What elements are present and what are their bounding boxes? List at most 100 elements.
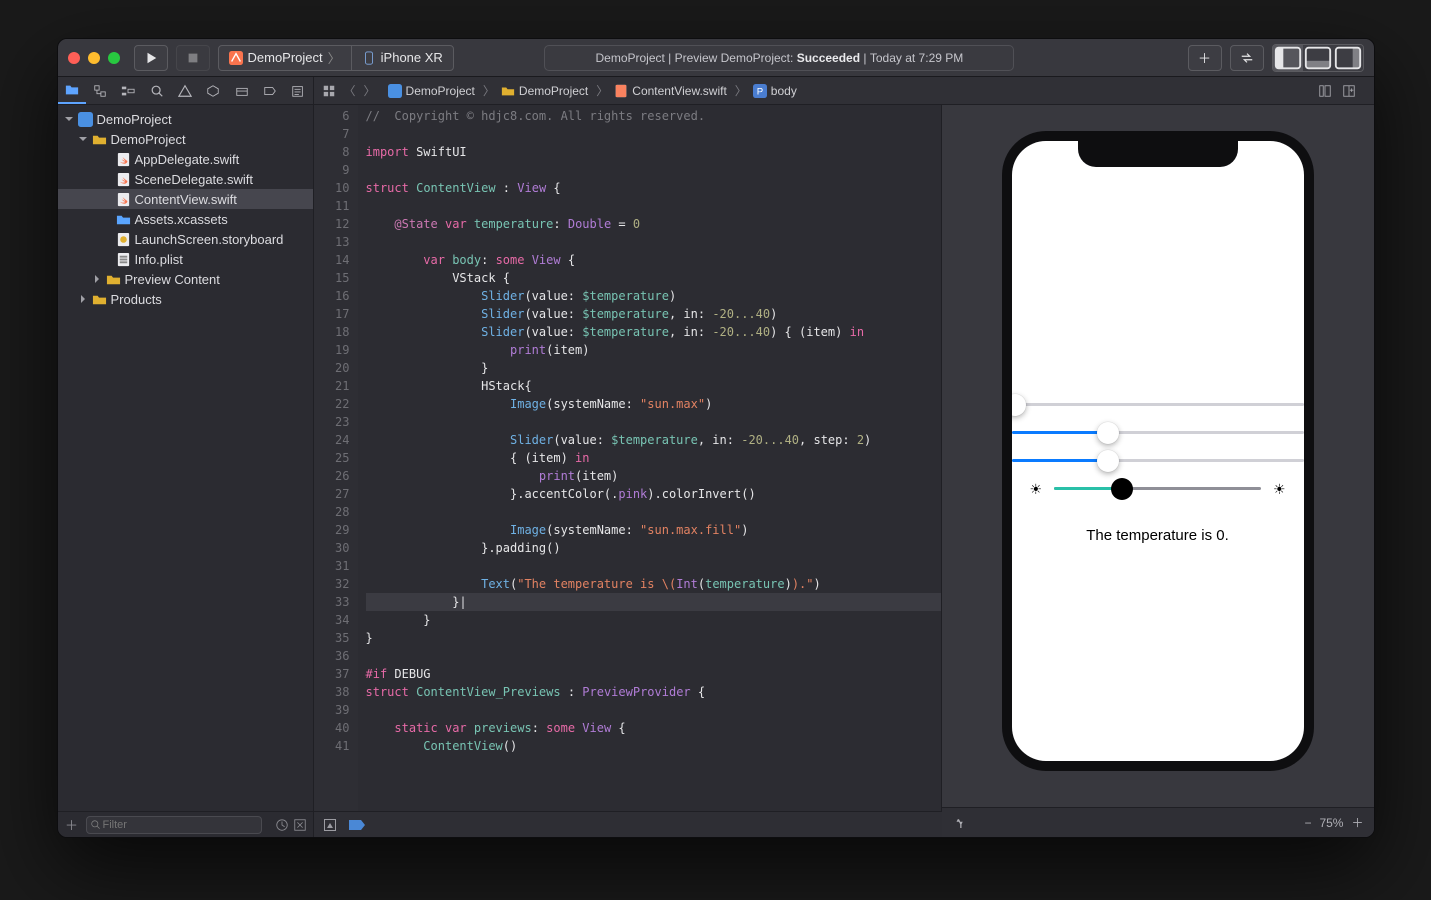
swift-file-icon: [614, 84, 628, 98]
tree-row[interactable]: Preview Content: [58, 269, 313, 289]
preview-hstack: ☀︎ ☀: [1012, 475, 1304, 503]
app-icon: [229, 51, 243, 65]
traffic-lights: [68, 52, 120, 64]
status-prefix: DemoProject | Preview DemoProject:: [595, 51, 793, 65]
preview-slider-1[interactable]: [1012, 391, 1304, 419]
minimize-window-button[interactable]: [88, 52, 100, 64]
test-icon: [206, 84, 220, 98]
filter-input[interactable]: [86, 816, 262, 834]
toggle-debug-area[interactable]: [1303, 45, 1333, 71]
device-notch: [1078, 141, 1238, 167]
jump-bar[interactable]: 〈〉 DemoProject〉 DemoProject〉 ContentView…: [314, 77, 1374, 104]
close-window-button[interactable]: [68, 52, 80, 64]
breadcrumb-project[interactable]: DemoProject: [406, 84, 475, 98]
sun-icon: ☀︎: [1030, 481, 1043, 498]
stop-icon: [186, 51, 200, 65]
tree-row-label: DemoProject: [111, 132, 186, 147]
project-icon: [388, 84, 402, 98]
status-result: Succeeded: [797, 51, 860, 65]
breakpoint-navigator-tab[interactable]: [256, 77, 284, 104]
library-button[interactable]: ＋: [1188, 45, 1222, 71]
stop-button[interactable]: [176, 45, 210, 71]
navigator-tabs-bar: 〈〉 DemoProject〉 DemoProject〉 ContentView…: [58, 77, 1374, 105]
device-frame: ☀︎ ☀ The temperature is 0.: [1002, 131, 1314, 771]
tree-row-label: AppDelegate.swift: [135, 152, 240, 167]
debug-navigator-tab[interactable]: [227, 77, 255, 104]
test-navigator-tab[interactable]: [199, 77, 227, 104]
tree-row[interactable]: AppDelegate.swift: [58, 149, 313, 169]
source-control-navigator-tab[interactable]: [86, 77, 114, 104]
zoom-in-button[interactable]: ＋: [1351, 814, 1363, 831]
issue-navigator-tab[interactable]: [171, 77, 199, 104]
scheme-selector[interactable]: DemoProject 〉 iPhone XR: [218, 45, 454, 71]
canvas-box-icon[interactable]: [322, 817, 338, 833]
tree-row-label: Products: [111, 292, 162, 307]
sun-fill-icon: ☀: [1273, 481, 1286, 498]
tree-row[interactable]: LaunchScreen.storyboard: [58, 229, 313, 249]
zoom-window-button[interactable]: [108, 52, 120, 64]
tree-row-label: LaunchScreen.storyboard: [135, 232, 284, 247]
toggle-navigator[interactable]: [1273, 45, 1303, 71]
run-button[interactable]: [134, 45, 168, 71]
debug-icon: [235, 84, 249, 98]
breadcrumb-folder[interactable]: DemoProject: [519, 84, 588, 98]
add-editor-icon[interactable]: [1342, 84, 1356, 98]
report-navigator-tab[interactable]: [284, 77, 312, 104]
preview-viewport[interactable]: ☀︎ ☀ The temperature is 0.: [942, 105, 1374, 807]
report-icon: [291, 84, 305, 98]
tree-row-label: ContentView.swift: [135, 192, 237, 207]
toolbar: DemoProject 〉 iPhone XR DemoProject | Pr…: [58, 39, 1374, 77]
zoom-level: 75%: [1319, 816, 1343, 830]
tree-row-label: Preview Content: [125, 272, 220, 287]
pin-icon[interactable]: [952, 816, 966, 830]
preview-slider-2[interactable]: [1012, 419, 1304, 447]
minimap-icon[interactable]: [1318, 84, 1332, 98]
arrows-icon: [1240, 51, 1254, 65]
tree-row[interactable]: ContentView.swift: [58, 189, 313, 209]
scheme-target-label: DemoProject: [248, 50, 323, 65]
bottom-panel-icon: [1303, 44, 1333, 72]
project-navigator-tab[interactable]: [58, 77, 86, 104]
svg-text:P: P: [757, 86, 763, 97]
related-items-icon: [322, 84, 336, 98]
preview-slider-4[interactable]: [1054, 475, 1261, 503]
zoom-out-button[interactable]: −: [1304, 816, 1311, 830]
breadcrumb-symbol[interactable]: body: [771, 84, 797, 98]
warning-icon: [178, 84, 192, 98]
tree-row[interactable]: DemoProject: [58, 109, 313, 129]
tree-row[interactable]: DemoProject: [58, 129, 313, 149]
preview-canvas: ☀︎ ☀ The temperature is 0. −: [942, 105, 1374, 837]
scheme-target[interactable]: DemoProject 〉: [219, 46, 351, 70]
recent-filter-icon[interactable]: [275, 818, 289, 832]
symbols-icon: [121, 84, 135, 98]
canvas-footer: − 75% ＋: [942, 807, 1374, 837]
scm-icon: [93, 84, 107, 98]
find-navigator-tab[interactable]: [142, 77, 170, 104]
breakpoint-icon: [263, 84, 277, 98]
activity-view[interactable]: DemoProject | Preview DemoProject: Succe…: [544, 45, 1014, 71]
tree-row[interactable]: Products: [58, 289, 313, 309]
code-review-button[interactable]: [1230, 45, 1264, 71]
code-area[interactable]: // Copyright © hdjc8.com. All rights res…: [358, 105, 941, 811]
project-tree[interactable]: DemoProject DemoProject AppDelegate.swift S…: [58, 105, 313, 811]
scheme-destination[interactable]: iPhone XR: [351, 46, 453, 70]
tree-row[interactable]: SceneDelegate.swift: [58, 169, 313, 189]
device-icon: [362, 51, 376, 65]
status-time: Today at 7:29 PM: [870, 51, 963, 65]
breadcrumb-file[interactable]: ContentView.swift: [632, 84, 727, 98]
xcode-window: DemoProject 〉 iPhone XR DemoProject | Pr…: [57, 38, 1375, 838]
breakpoint-toggle-icon[interactable]: [348, 818, 366, 832]
main-area: DemoProject DemoProject AppDelegate.swift S…: [58, 105, 1374, 837]
scm-filter-icon[interactable]: [293, 818, 307, 832]
source-editor[interactable]: 6789101112131415161718192021222324252627…: [314, 105, 942, 811]
toggle-inspectors[interactable]: [1333, 45, 1363, 71]
tree-row[interactable]: Assets.xcassets: [58, 209, 313, 229]
symbol-navigator-tab[interactable]: [114, 77, 142, 104]
tree-row-label: Assets.xcassets: [135, 212, 228, 227]
preview-slider-3[interactable]: [1012, 447, 1304, 475]
folder-icon: [501, 84, 515, 98]
line-number-gutter: 6789101112131415161718192021222324252627…: [314, 105, 358, 811]
right-panel-icon: [1333, 44, 1363, 72]
add-file-button[interactable]: ＋: [64, 812, 80, 838]
tree-row[interactable]: Info.plist: [58, 249, 313, 269]
